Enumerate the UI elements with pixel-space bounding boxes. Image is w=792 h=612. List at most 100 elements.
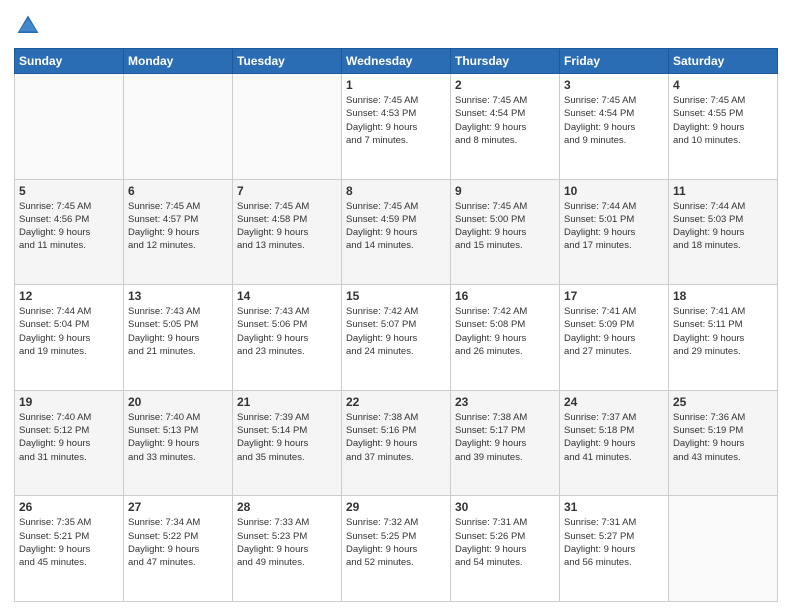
day-cell: 15 Sunrise: 7:42 AM Sunset: 5:07 PM Dayli… (342, 285, 451, 391)
day-info: Sunrise: 7:42 AM Sunset: 5:07 PM Dayligh… (346, 305, 446, 358)
day-cell: 17 Sunrise: 7:41 AM Sunset: 5:09 PM Dayli… (560, 285, 669, 391)
day-number: 6 (128, 184, 228, 198)
day-cell: 14 Sunrise: 7:43 AM Sunset: 5:06 PM Dayli… (233, 285, 342, 391)
day-info: Sunrise: 7:40 AM Sunset: 5:13 PM Dayligh… (128, 411, 228, 464)
day-info: Sunrise: 7:44 AM Sunset: 5:04 PM Dayligh… (19, 305, 119, 358)
day-cell: 13 Sunrise: 7:43 AM Sunset: 5:05 PM Dayli… (124, 285, 233, 391)
day-cell: 22 Sunrise: 7:38 AM Sunset: 5:16 PM Dayli… (342, 390, 451, 496)
day-number: 23 (455, 395, 555, 409)
day-info: Sunrise: 7:38 AM Sunset: 5:16 PM Dayligh… (346, 411, 446, 464)
day-number: 16 (455, 289, 555, 303)
day-info: Sunrise: 7:45 AM Sunset: 4:54 PM Dayligh… (455, 94, 555, 147)
day-info: Sunrise: 7:44 AM Sunset: 5:01 PM Dayligh… (564, 200, 664, 253)
logo-icon (14, 12, 42, 40)
day-info: Sunrise: 7:36 AM Sunset: 5:19 PM Dayligh… (673, 411, 773, 464)
day-info: Sunrise: 7:45 AM Sunset: 4:56 PM Dayligh… (19, 200, 119, 253)
day-info: Sunrise: 7:33 AM Sunset: 5:23 PM Dayligh… (237, 516, 337, 569)
day-number: 7 (237, 184, 337, 198)
day-info: Sunrise: 7:31 AM Sunset: 5:27 PM Dayligh… (564, 516, 664, 569)
day-info: Sunrise: 7:45 AM Sunset: 4:55 PM Dayligh… (673, 94, 773, 147)
day-info: Sunrise: 7:35 AM Sunset: 5:21 PM Dayligh… (19, 516, 119, 569)
day-cell: 3Sunrise: 7:45 AM Sunset: 4:54 PM Daylig… (560, 74, 669, 180)
day-cell: 19 Sunrise: 7:40 AM Sunset: 5:12 PM Dayli… (15, 390, 124, 496)
day-cell (669, 496, 778, 602)
calendar-table: SundayMondayTuesdayWednesdayThursdayFrid… (14, 48, 778, 602)
weekday-sunday: Sunday (15, 49, 124, 74)
day-info: Sunrise: 7:31 AM Sunset: 5:26 PM Dayligh… (455, 516, 555, 569)
day-cell: 10 Sunrise: 7:44 AM Sunset: 5:01 PM Dayli… (560, 179, 669, 285)
weekday-saturday: Saturday (669, 49, 778, 74)
day-cell: 2 Sunrise: 7:45 AM Sunset: 4:54 PM Daylig… (451, 74, 560, 180)
day-info: Sunrise: 7:44 AM Sunset: 5:03 PM Dayligh… (673, 200, 773, 253)
day-number: 11 (673, 184, 773, 198)
weekday-tuesday: Tuesday (233, 49, 342, 74)
day-cell: 1 Sunrise: 7:45 AM Sunset: 4:53 PM Daylig… (342, 74, 451, 180)
day-cell: 6Sunrise: 7:45 AM Sunset: 4:57 PM Daylig… (124, 179, 233, 285)
page: SundayMondayTuesdayWednesdayThursdayFrid… (0, 0, 792, 612)
calendar-body: 1 Sunrise: 7:45 AM Sunset: 4:53 PM Daylig… (15, 74, 778, 602)
day-cell: 21 Sunrise: 7:39 AM Sunset: 5:14 PM Dayli… (233, 390, 342, 496)
day-number: 3 (564, 78, 664, 92)
day-info: Sunrise: 7:38 AM Sunset: 5:17 PM Dayligh… (455, 411, 555, 464)
day-number: 13 (128, 289, 228, 303)
day-number: 26 (19, 500, 119, 514)
day-cell: 30 Sunrise: 7:31 AM Sunset: 5:26 PM Dayli… (451, 496, 560, 602)
day-info: Sunrise: 7:34 AM Sunset: 5:22 PM Dayligh… (128, 516, 228, 569)
day-info: Sunrise: 7:45 AM Sunset: 4:59 PM Dayligh… (346, 200, 446, 253)
day-cell: 9 Sunrise: 7:45 AM Sunset: 5:00 PM Daylig… (451, 179, 560, 285)
day-number: 2 (455, 78, 555, 92)
day-number: 5 (19, 184, 119, 198)
day-number: 8 (346, 184, 446, 198)
day-cell: 26 Sunrise: 7:35 AM Sunset: 5:21 PM Dayli… (15, 496, 124, 602)
day-cell: 24 Sunrise: 7:37 AM Sunset: 5:18 PM Dayli… (560, 390, 669, 496)
day-info: Sunrise: 7:43 AM Sunset: 5:06 PM Dayligh… (237, 305, 337, 358)
week-row-3: 12Sunrise: 7:44 AM Sunset: 5:04 PM Dayli… (15, 285, 778, 391)
day-info: Sunrise: 7:45 AM Sunset: 4:53 PM Dayligh… (346, 94, 446, 147)
day-number: 21 (237, 395, 337, 409)
day-number: 28 (237, 500, 337, 514)
day-info: Sunrise: 7:41 AM Sunset: 5:09 PM Dayligh… (564, 305, 664, 358)
day-cell: 18 Sunrise: 7:41 AM Sunset: 5:11 PM Dayli… (669, 285, 778, 391)
day-number: 20 (128, 395, 228, 409)
day-cell: 12Sunrise: 7:44 AM Sunset: 5:04 PM Dayli… (15, 285, 124, 391)
day-cell: 27Sunrise: 7:34 AM Sunset: 5:22 PM Dayli… (124, 496, 233, 602)
day-number: 14 (237, 289, 337, 303)
day-number: 30 (455, 500, 555, 514)
day-number: 19 (19, 395, 119, 409)
day-info: Sunrise: 7:45 AM Sunset: 4:58 PM Dayligh… (237, 200, 337, 253)
weekday-monday: Monday (124, 49, 233, 74)
day-number: 4 (673, 78, 773, 92)
day-info: Sunrise: 7:43 AM Sunset: 5:05 PM Dayligh… (128, 305, 228, 358)
day-number: 24 (564, 395, 664, 409)
day-info: Sunrise: 7:37 AM Sunset: 5:18 PM Dayligh… (564, 411, 664, 464)
day-cell: 31 Sunrise: 7:31 AM Sunset: 5:27 PM Dayli… (560, 496, 669, 602)
day-cell (124, 74, 233, 180)
logo (14, 12, 46, 40)
weekday-row: SundayMondayTuesdayWednesdayThursdayFrid… (15, 49, 778, 74)
day-info: Sunrise: 7:32 AM Sunset: 5:25 PM Dayligh… (346, 516, 446, 569)
day-cell: 8 Sunrise: 7:45 AM Sunset: 4:59 PM Daylig… (342, 179, 451, 285)
weekday-thursday: Thursday (451, 49, 560, 74)
day-number: 1 (346, 78, 446, 92)
day-number: 22 (346, 395, 446, 409)
day-number: 29 (346, 500, 446, 514)
day-cell: 29 Sunrise: 7:32 AM Sunset: 5:25 PM Dayli… (342, 496, 451, 602)
weekday-wednesday: Wednesday (342, 49, 451, 74)
week-row-2: 5 Sunrise: 7:45 AM Sunset: 4:56 PM Daylig… (15, 179, 778, 285)
day-info: Sunrise: 7:39 AM Sunset: 5:14 PM Dayligh… (237, 411, 337, 464)
day-number: 17 (564, 289, 664, 303)
day-cell: 11 Sunrise: 7:44 AM Sunset: 5:03 PM Dayli… (669, 179, 778, 285)
day-info: Sunrise: 7:41 AM Sunset: 5:11 PM Dayligh… (673, 305, 773, 358)
day-cell: 16Sunrise: 7:42 AM Sunset: 5:08 PM Dayli… (451, 285, 560, 391)
day-info: Sunrise: 7:40 AM Sunset: 5:12 PM Dayligh… (19, 411, 119, 464)
day-number: 15 (346, 289, 446, 303)
day-cell: 28 Sunrise: 7:33 AM Sunset: 5:23 PM Dayli… (233, 496, 342, 602)
day-info: Sunrise: 7:45 AM Sunset: 5:00 PM Dayligh… (455, 200, 555, 253)
day-number: 9 (455, 184, 555, 198)
day-number: 31 (564, 500, 664, 514)
day-number: 18 (673, 289, 773, 303)
weekday-friday: Friday (560, 49, 669, 74)
day-cell: 25Sunrise: 7:36 AM Sunset: 5:19 PM Dayli… (669, 390, 778, 496)
day-cell: 7 Sunrise: 7:45 AM Sunset: 4:58 PM Daylig… (233, 179, 342, 285)
day-number: 10 (564, 184, 664, 198)
